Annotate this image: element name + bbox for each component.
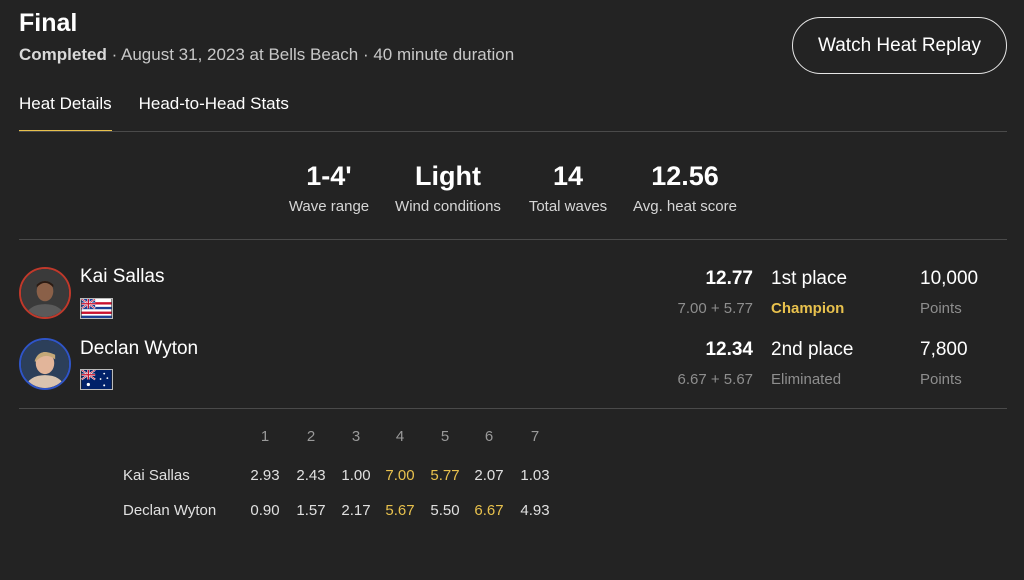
stat-value: Light [415, 161, 481, 191]
surfer-name[interactable]: Declan Wyton [80, 338, 198, 360]
stat-label: Total waves [528, 198, 608, 215]
wave-score: 4.93 [520, 502, 550, 519]
stat-value: 1-4' [306, 161, 352, 191]
divider [19, 131, 1007, 132]
wave-number-header: 5 [440, 428, 450, 445]
wave-score: 2.17 [341, 502, 371, 519]
avatar[interactable] [19, 267, 71, 319]
divider [19, 408, 1007, 409]
stat-value: 12.56 [651, 161, 719, 191]
score-breakdown: 7.00 + 5.77 [677, 300, 753, 317]
wave-score-counting: 5.77 [430, 467, 460, 484]
heat-status: Completed [19, 45, 107, 64]
result-badge: Eliminated [771, 371, 842, 388]
divider [19, 239, 1007, 240]
stat-label: Wave range [288, 198, 370, 215]
points-value: 10,000 [920, 268, 979, 289]
wave-score-counting: 5.67 [385, 502, 415, 519]
heat-total-score: 12.77 [705, 268, 753, 289]
tab-head-to-head-stats[interactable]: Head-to-Head Stats [139, 92, 289, 132]
wave-row-surfer-name: Declan Wyton [123, 502, 217, 519]
points-label: Points [920, 371, 962, 388]
points-value: 7,800 [920, 339, 968, 360]
heat-details: · August 31, 2023 at Bells Beach · 40 mi… [106, 45, 515, 64]
score-breakdown: 6.67 + 5.67 [677, 371, 753, 388]
wave-number-header: 6 [484, 428, 494, 445]
stat-value: 14 [552, 161, 584, 191]
stat-avg-heat-score: 12.56 Avg. heat score [630, 160, 740, 215]
stat-wind-conditions: Light Wind conditions [392, 160, 504, 215]
wave-row-surfer-name: Kai Sallas [123, 467, 190, 484]
surfer-photo [21, 269, 69, 317]
wave-score: 1.57 [296, 502, 326, 519]
wave-number-header: 1 [260, 428, 270, 445]
wave-score: 1.03 [520, 467, 550, 484]
wave-score: 2.43 [296, 467, 326, 484]
wave-score: 5.50 [430, 502, 460, 519]
wave-score-counting: 6.67 [474, 502, 504, 519]
wave-number-header: 7 [530, 428, 540, 445]
wave-number-header: 4 [395, 428, 405, 445]
australia-flag-icon [80, 369, 113, 390]
tab-heat-details[interactable]: Heat Details [19, 92, 112, 132]
wave-score: 2.93 [250, 467, 280, 484]
wave-number-header: 2 [306, 428, 316, 445]
stat-label: Wind conditions [395, 198, 501, 215]
stat-total-waves: 14 Total waves [527, 160, 609, 215]
placing: 1st place [771, 268, 848, 289]
heat-total-score: 12.34 [705, 339, 753, 360]
heat-subtitle: Completed · August 31, 2023 at Bells Bea… [19, 45, 514, 65]
watch-heat-replay-button[interactable]: Watch Heat Replay [792, 17, 1007, 74]
placing: 2nd place [771, 339, 854, 360]
result-badge: Champion [771, 300, 845, 317]
surfer-photo [21, 340, 69, 388]
stat-wave-range: 1-4' Wave range [288, 160, 370, 215]
hawaii-flag-icon [80, 298, 113, 319]
page-title: Final [19, 9, 78, 37]
tab-bar: Heat Details Head-to-Head Stats [19, 92, 316, 132]
wave-number-header: 3 [351, 428, 361, 445]
surfer-name[interactable]: Kai Sallas [80, 266, 165, 288]
points-label: Points [920, 300, 962, 317]
stat-label: Avg. heat score [633, 198, 737, 215]
wave-score: 1.00 [341, 467, 371, 484]
wave-score: 2.07 [474, 467, 504, 484]
avatar[interactable] [19, 338, 71, 390]
wave-score-counting: 7.00 [385, 467, 415, 484]
wave-score: 0.90 [250, 502, 280, 519]
